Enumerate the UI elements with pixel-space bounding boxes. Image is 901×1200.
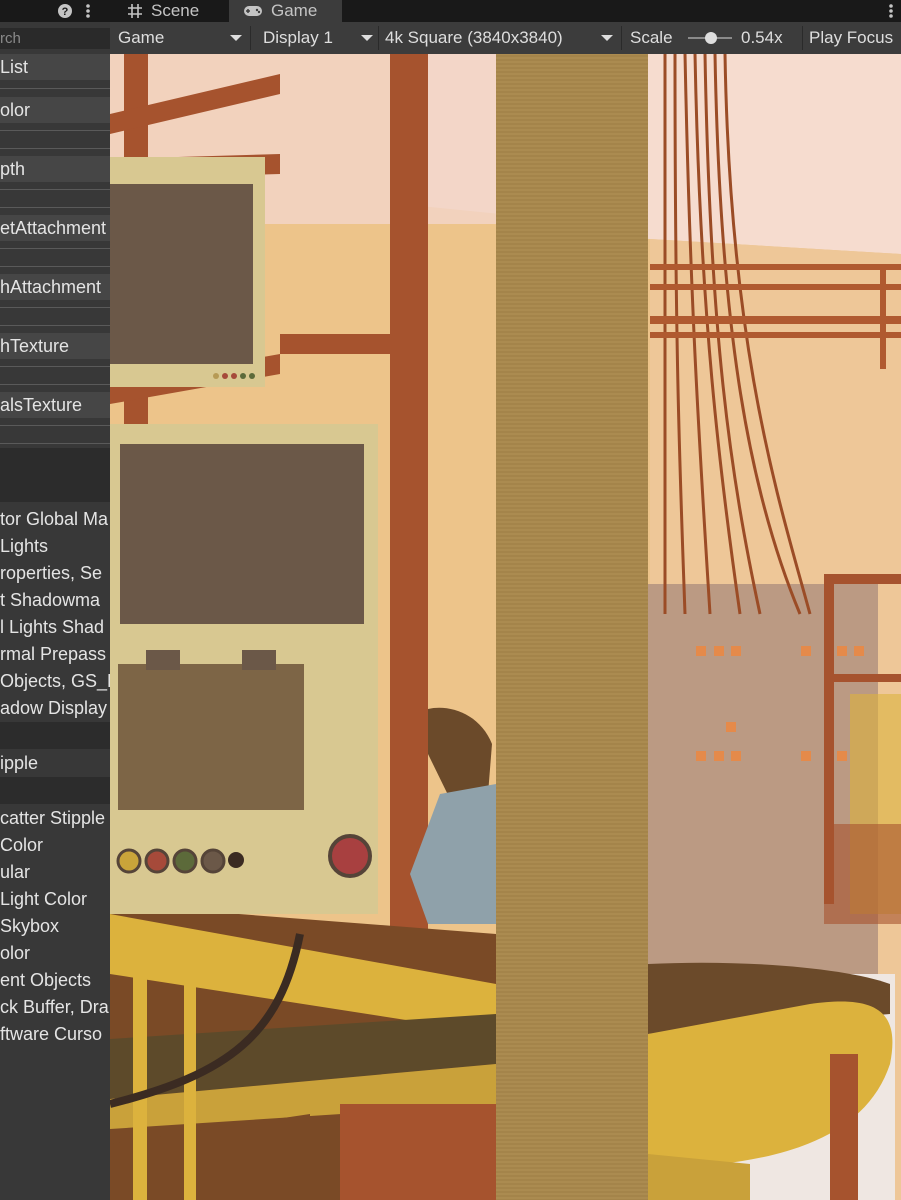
play-focus-dropdown[interactable]: Play Focus: [809, 22, 893, 54]
event-item[interactable]: Lights: [0, 533, 110, 560]
chevron-down-icon: [230, 35, 242, 41]
foreground-column: [496, 54, 648, 1200]
divider: [0, 88, 110, 89]
divider: [378, 26, 379, 50]
event-list-header: [0, 448, 110, 502]
upper-monitor: [110, 157, 265, 387]
divider: [0, 443, 110, 444]
view-mode-label: Game: [118, 28, 165, 47]
chevron-down-icon: [361, 35, 373, 41]
rendered-scene: [110, 54, 901, 1200]
event-item[interactable]: Skybox: [0, 913, 110, 940]
divider: [0, 366, 110, 367]
svg-text:?: ?: [62, 6, 69, 18]
gamepad-icon: [244, 6, 262, 16]
more-options-icon[interactable]: [84, 0, 100, 22]
resolution-label: 4k Square (3840x3840): [385, 28, 563, 47]
divider: [0, 189, 110, 190]
event-item[interactable]: t Shadowma: [0, 587, 110, 614]
event-item[interactable]: Color: [0, 832, 110, 859]
editor-tab-bar: ? Scene Game: [0, 0, 901, 22]
divider: [0, 207, 110, 208]
event-item[interactable]: tor Global Ma: [0, 506, 110, 533]
property-row[interactable]: etAttachment: [0, 215, 110, 241]
event-item[interactable]: Light Color: [0, 886, 110, 913]
chevron-down-icon: [601, 35, 613, 41]
property-row[interactable]: hAttachment: [0, 274, 110, 300]
divider: [621, 26, 622, 50]
tab-scene-label: Scene: [151, 1, 200, 20]
display-label: Display 1: [263, 28, 333, 47]
property-row[interactable]: List: [0, 54, 110, 80]
event-item[interactable]: adow Display: [0, 695, 110, 722]
round-table: [648, 962, 895, 1200]
window-menu-icon[interactable]: [887, 0, 901, 22]
event-item[interactable]: ftware Curso: [0, 1021, 110, 1048]
scale-label: Scale: [630, 28, 673, 47]
divider: [0, 266, 110, 267]
scale-value: 0.54x: [741, 28, 783, 47]
property-row[interactable]: olor: [0, 97, 110, 123]
divider: [0, 248, 110, 249]
scale-slider[interactable]: [688, 32, 732, 44]
game-view-toolbar: Game Display 1 4k Square (3840x3840) Sca…: [110, 22, 901, 54]
divider: [0, 325, 110, 326]
divider: [0, 307, 110, 308]
help-icon[interactable]: ?: [57, 0, 81, 22]
divider: [250, 26, 251, 50]
event-item[interactable]: rmal Prepass: [0, 641, 110, 668]
divider: [802, 26, 803, 50]
frame-debugger-panel: rch List olor pth etAttachment hAttachme…: [0, 22, 110, 1200]
divider: [0, 130, 110, 131]
tab-game-label: Game: [271, 1, 318, 20]
divider: [0, 148, 110, 149]
event-item-blank[interactable]: [0, 777, 110, 804]
tab-game[interactable]: Game: [243, 0, 317, 22]
event-item[interactable]: catter Stipple: [0, 805, 110, 832]
divider: [0, 384, 110, 385]
search-field[interactable]: rch: [0, 28, 110, 49]
event-item[interactable]: ular: [0, 859, 110, 886]
event-item[interactable]: Objects, GS_D: [0, 668, 110, 695]
divider: [0, 425, 110, 426]
property-row[interactable]: hTexture: [0, 333, 110, 359]
event-item-blank[interactable]: [0, 722, 110, 749]
event-item[interactable]: ipple: [0, 750, 110, 777]
game-viewport[interactable]: [110, 54, 901, 1200]
event-item[interactable]: roperties, Se: [0, 560, 110, 587]
event-item[interactable]: l Lights Shad: [0, 614, 110, 641]
event-item[interactable]: ent Objects: [0, 967, 110, 994]
property-row[interactable]: alsTexture: [0, 392, 110, 418]
event-item[interactable]: olor: [0, 940, 110, 967]
resolution-dropdown[interactable]: 4k Square (3840x3840): [385, 22, 617, 54]
display-dropdown[interactable]: Display 1: [263, 22, 375, 54]
control-cabinet: [110, 424, 378, 914]
property-row[interactable]: pth: [0, 156, 110, 182]
scale-slider-thumb[interactable]: [704, 32, 717, 44]
grid-icon: [128, 4, 142, 18]
view-mode-dropdown[interactable]: Game: [118, 22, 246, 54]
event-item[interactable]: ck Buffer, Dra: [0, 994, 110, 1021]
tab-scene[interactable]: Scene: [127, 0, 199, 22]
